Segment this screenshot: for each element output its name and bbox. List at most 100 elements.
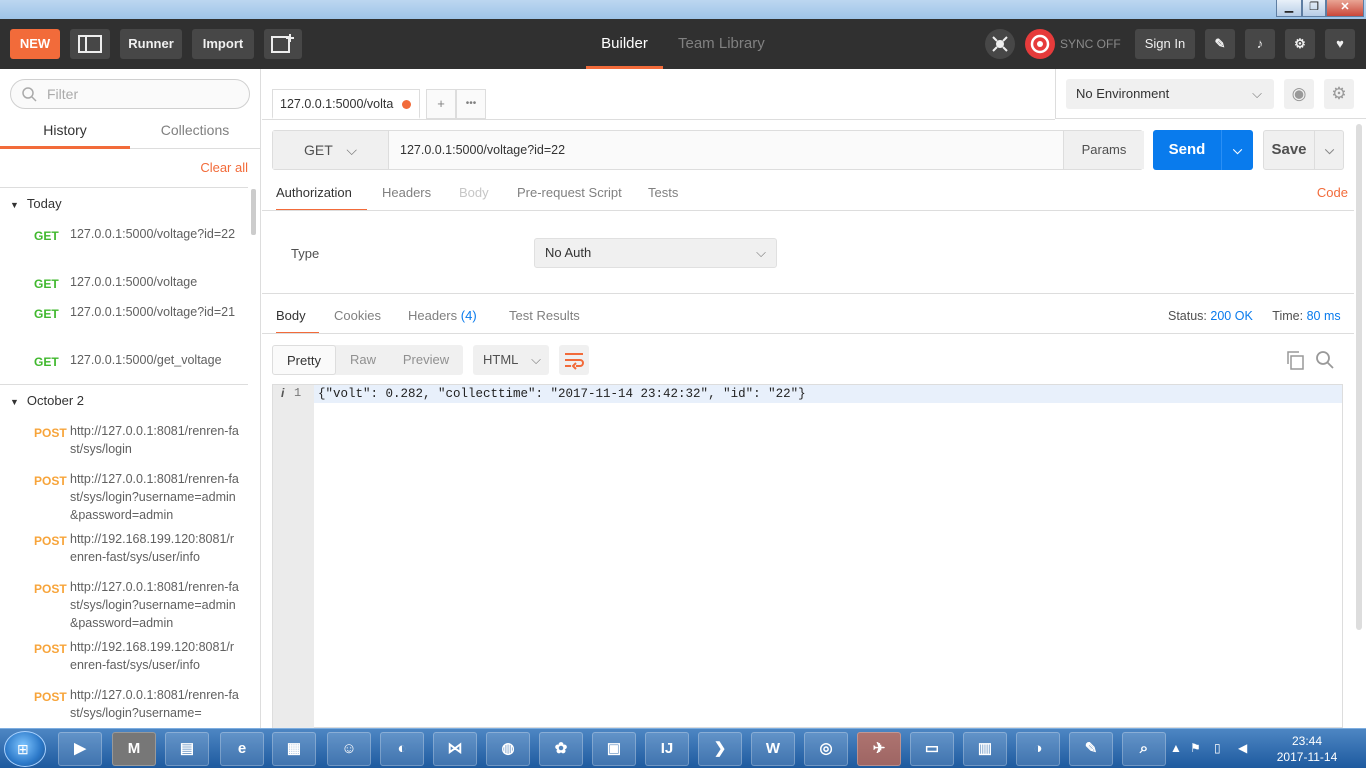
network-status-icon[interactable]: ⚑ — [1190, 741, 1201, 755]
taskbar-media-player[interactable]: ▶ — [58, 732, 102, 766]
history-item[interactable]: http://192.168.199.120:8081/renren-fast/… — [70, 638, 240, 674]
taskbar-file-explorer[interactable]: ▤ — [165, 732, 209, 766]
send-button[interactable]: Send ⌵ — [1153, 130, 1253, 170]
sign-in-button[interactable]: Sign In — [1135, 29, 1195, 59]
tab-collections[interactable]: Collections — [130, 115, 260, 149]
send-options-chevron-icon[interactable]: ⌵ — [1222, 130, 1253, 170]
manage-environments-button[interactable]: ⚙ — [1324, 79, 1354, 109]
time-label: Time: — [1272, 309, 1304, 323]
taskbar-terminal[interactable]: ▭ — [910, 732, 954, 766]
method-select[interactable]: GET ⌵ — [273, 131, 389, 169]
filter-input[interactable]: Filter — [10, 79, 250, 109]
tab-response-headers[interactable]: Headers (4) — [408, 304, 477, 334]
settings-button[interactable]: ⚙ — [1285, 29, 1315, 59]
tab-pre-request-script[interactable]: Pre-request Script — [517, 181, 622, 211]
taskbar-git[interactable]: ◍ — [486, 732, 530, 766]
close-button[interactable]: ✕ — [1326, 0, 1364, 17]
taskbar-firefox[interactable]: ◐ — [380, 732, 424, 766]
start-button[interactable]: ⊞ — [4, 731, 46, 767]
sync-button[interactable] — [1025, 29, 1055, 59]
wrap-lines-button[interactable] — [559, 345, 589, 375]
save-options-chevron-icon[interactable]: ⌵ — [1315, 131, 1344, 169]
auth-type-select[interactable]: No Auth ⌵ — [534, 238, 777, 268]
taskbar-word[interactable]: W — [751, 732, 795, 766]
code-link[interactable]: Code — [1317, 181, 1348, 205]
show-hidden-icons-button[interactable]: ▲ — [1170, 741, 1182, 755]
history-item[interactable]: http://127.0.0.1:8081/renren-fast/sys/lo… — [70, 578, 240, 632]
new-button[interactable]: NEW — [10, 29, 60, 59]
sidebar-scrollbar[interactable] — [251, 189, 256, 235]
view-raw[interactable]: Raw — [340, 345, 386, 375]
taskbar-intellij[interactable]: IJ — [645, 732, 689, 766]
history-item[interactable]: http://192.168.199.120:8081/renren-fast/… — [70, 530, 240, 566]
history-group-today[interactable]: ▼ Today — [10, 196, 62, 211]
taskbar-paint[interactable]: ✎ — [1069, 732, 1113, 766]
taskbar-project[interactable]: ▦ — [272, 732, 316, 766]
history-item[interactable]: http://127.0.0.1:8081/renren-fast/sys/lo… — [70, 686, 240, 728]
taskbar-mendeley[interactable]: M — [112, 732, 156, 766]
device-icon[interactable]: ▯ — [1214, 741, 1221, 755]
new-window-button[interactable] — [264, 29, 302, 59]
tab-builder[interactable]: Builder — [586, 19, 663, 69]
response-body-editor[interactable]: i 1 {"volt": 0.282, "collecttime": "2017… — [272, 384, 1343, 729]
taskbar-spreadsheet[interactable]: ▥ — [963, 732, 1007, 766]
history-item[interactable]: 127.0.0.1:5000/voltage?id=21 — [70, 303, 240, 321]
method-badge: POST — [34, 582, 67, 596]
volume-icon[interactable]: ◀ — [1238, 741, 1247, 755]
maximize-button[interactable]: ❐ — [1302, 0, 1326, 17]
interceptor-button[interactable] — [985, 29, 1015, 59]
request-tab[interactable]: 127.0.0.1:5000/volta — [272, 89, 420, 119]
favorite-button[interactable]: ♥ — [1325, 29, 1355, 59]
environment-select[interactable]: No Environment ⌵ — [1066, 79, 1274, 109]
taskbar-network-tool[interactable]: ✿ — [539, 732, 583, 766]
tab-history[interactable]: History — [0, 115, 130, 149]
url-input[interactable]: 127.0.0.1:5000/voltage?id=22 — [400, 131, 565, 169]
remote-desktop-icon: ▣ — [606, 740, 622, 757]
taskbar-clock[interactable]: 23:44 2017-11-14 — [1260, 733, 1354, 765]
format-select[interactable]: HTML ⌵ — [473, 345, 549, 375]
taskbar-postman[interactable]: ✈ — [857, 732, 901, 766]
copy-button[interactable] — [1284, 349, 1306, 371]
taskbar-eclipse[interactable]: ◑ — [1016, 732, 1060, 766]
tab-test-results[interactable]: Test Results — [509, 304, 580, 334]
minimize-button[interactable]: ▁ — [1276, 0, 1302, 17]
search-response-button[interactable] — [1314, 349, 1336, 371]
tab-headers[interactable]: Headers — [382, 181, 431, 211]
add-tab-button[interactable]: + — [426, 89, 456, 119]
settings-wrench-button[interactable]: ✎ — [1205, 29, 1235, 59]
main-scrollbar[interactable] — [1356, 124, 1362, 630]
tab-body[interactable]: Body — [459, 181, 489, 211]
history-group-october-2[interactable]: ▼ October 2 — [10, 393, 84, 408]
environment-quick-look-button[interactable]: ◉ — [1284, 79, 1314, 109]
taskbar-search-tool[interactable]: ⌕ — [1122, 732, 1166, 766]
view-preview[interactable]: Preview — [396, 345, 456, 375]
more-tabs-button[interactable]: ••• — [456, 89, 486, 119]
params-button[interactable]: Params — [1063, 131, 1144, 169]
taskbar-internet-explorer[interactable]: e — [220, 732, 264, 766]
taskbar-chrome[interactable]: ◎ — [804, 732, 848, 766]
view-pretty[interactable]: Pretty — [272, 345, 336, 375]
tab-cookies[interactable]: Cookies — [334, 304, 381, 334]
tab-authorization[interactable]: Authorization — [276, 181, 367, 211]
taskbar-visual-studio[interactable]: ⋈ — [433, 732, 477, 766]
sidebar-toggle-button[interactable] — [70, 29, 110, 59]
tab-team-library[interactable]: Team Library — [678, 19, 765, 69]
notifications-button[interactable]: ♪ — [1245, 29, 1275, 59]
taskbar-qq[interactable]: ☺ — [327, 732, 371, 766]
tab-response-body[interactable]: Body — [276, 304, 319, 334]
history-item[interactable]: http://127.0.0.1:8081/renren-fast/sys/lo… — [70, 470, 240, 524]
history-item[interactable]: 127.0.0.1:5000/voltage?id=22 — [70, 225, 240, 243]
history-item[interactable]: 127.0.0.1:5000/voltage — [70, 273, 240, 291]
history-item[interactable]: http://127.0.0.1:8081/renren-fast/sys/lo… — [70, 422, 240, 458]
line-number: 1 — [294, 386, 302, 400]
history-item[interactable]: 127.0.0.1:5000/get_voltage — [70, 351, 240, 369]
save-button[interactable]: Save ⌵ — [1263, 130, 1344, 170]
unsaved-dot-icon — [402, 100, 411, 109]
search-icon — [22, 87, 37, 102]
taskbar-powershell[interactable]: ❯ — [698, 732, 742, 766]
tab-tests[interactable]: Tests — [648, 181, 678, 211]
taskbar-remote-desktop[interactable]: ▣ — [592, 732, 636, 766]
import-button[interactable]: Import — [192, 29, 254, 59]
clear-all-link[interactable]: Clear all — [200, 160, 248, 175]
runner-button[interactable]: Runner — [120, 29, 182, 59]
